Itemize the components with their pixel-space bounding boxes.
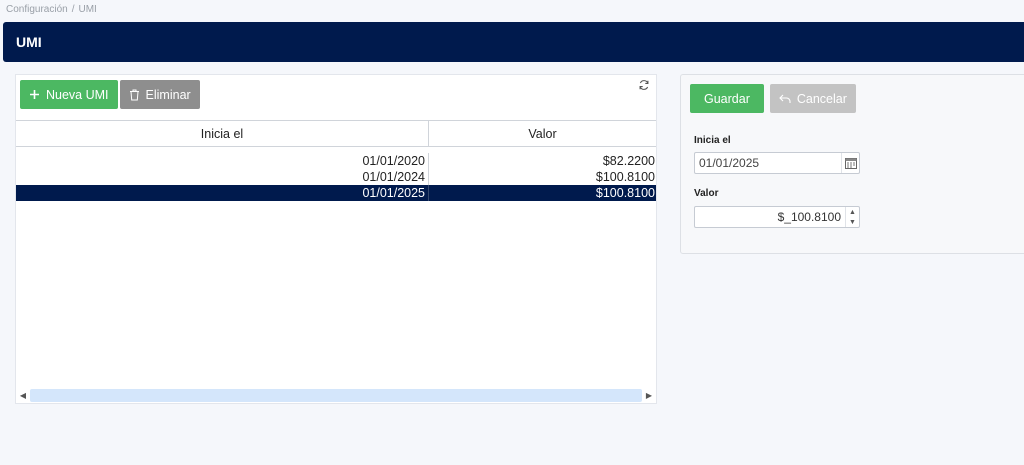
horizontal-scrollbar[interactable]: ◀ ▶ xyxy=(16,387,656,403)
grid-body: 01/01/2020 $82.2200 01/01/2024 $100.8100… xyxy=(16,149,656,201)
table-row-selected[interactable]: 01/01/2025 $100.8100 xyxy=(16,185,656,201)
plus-icon xyxy=(30,90,39,99)
row-date: 01/01/2024 xyxy=(16,169,429,185)
undo-icon xyxy=(779,94,791,103)
delete-button[interactable]: Eliminar xyxy=(119,80,200,109)
start-date-field[interactable]: 01/01/2025 xyxy=(694,152,860,174)
table-row[interactable]: 01/01/2024 $100.8100 xyxy=(16,169,656,185)
scroll-left-icon[interactable]: ◀ xyxy=(16,391,30,400)
start-date-value[interactable]: 01/01/2025 xyxy=(695,156,841,170)
page-title: UMI xyxy=(16,34,42,50)
umi-grid-panel: Nueva UMI Eliminar Inicia el Valor 01/01… xyxy=(15,74,657,404)
breadcrumb-current: UMI xyxy=(78,4,97,15)
save-button[interactable]: Guardar xyxy=(690,84,764,113)
grid-toolbar: Nueva UMI Eliminar xyxy=(20,80,200,109)
calendar-icon[interactable] xyxy=(841,153,859,173)
value-spinner[interactable]: ▲ ▼ xyxy=(845,207,859,227)
row-date: 01/01/2020 xyxy=(16,153,429,169)
table-row[interactable]: 01/01/2020 $82.2200 xyxy=(16,153,656,169)
cancel-button[interactable]: Cancelar xyxy=(769,84,856,113)
value-field[interactable]: $_100.8100 ▲ ▼ xyxy=(694,206,860,228)
form-toolbar: Guardar Cancelar xyxy=(690,84,856,113)
new-umi-label: Nueva UMI xyxy=(46,87,109,102)
row-value: $82.2200 xyxy=(602,154,655,168)
column-header-start[interactable]: Inicia el xyxy=(16,121,429,146)
grid-header-row: Inicia el Valor xyxy=(16,120,656,147)
value-label: Valor xyxy=(694,188,719,199)
cancel-label: Cancelar xyxy=(796,91,847,106)
delete-label: Eliminar xyxy=(145,87,191,102)
column-header-value[interactable]: Valor xyxy=(429,121,656,146)
refresh-icon[interactable] xyxy=(638,79,650,94)
breadcrumb: Configuración / UMI xyxy=(6,4,97,15)
scroll-right-icon[interactable]: ▶ xyxy=(642,391,656,400)
breadcrumb-separator: / xyxy=(71,4,75,15)
new-umi-button[interactable]: Nueva UMI xyxy=(20,80,118,109)
breadcrumb-parent[interactable]: Configuración xyxy=(6,4,68,15)
trash-icon xyxy=(129,89,139,100)
spinner-up-icon[interactable]: ▲ xyxy=(846,207,859,217)
row-date: 01/01/2025 xyxy=(16,185,429,201)
row-value: $100.8100 xyxy=(595,170,655,184)
start-date-label: Inicia el xyxy=(694,135,731,146)
value-input[interactable]: $_100.8100 xyxy=(695,210,845,224)
row-value: $100.8100 xyxy=(595,186,655,200)
page-header: UMI xyxy=(3,22,1024,62)
save-label: Guardar xyxy=(704,91,750,106)
scrollbar-thumb[interactable] xyxy=(30,388,642,402)
umi-form-panel: Guardar Cancelar Inicia el 01/01/2025 Va… xyxy=(680,74,1024,254)
spinner-down-icon[interactable]: ▼ xyxy=(846,217,859,227)
